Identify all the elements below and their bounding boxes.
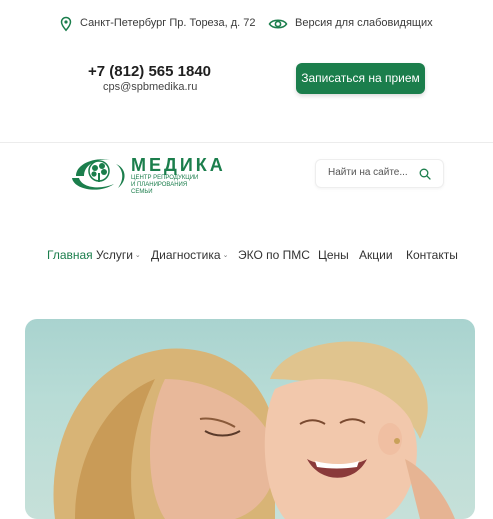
header-divider	[0, 142, 493, 143]
accessibility-link[interactable]: Версия для слабовидящих	[295, 17, 433, 29]
logo-title[interactable]: МЕДИКА	[131, 155, 226, 176]
nav-item-prices[interactable]: Цены	[318, 248, 349, 262]
address-text: Санкт-Петербург Пр. Тореза, д. 72	[80, 17, 256, 29]
logo-tree-icon[interactable]	[70, 154, 128, 194]
logo-subtitle: ЦЕНТР РЕПРОДУКЦИИ И ПЛАНИРОВАНИЯ СЕМЬИ	[131, 175, 199, 195]
nav-item-contacts[interactable]: Контакты	[406, 248, 458, 262]
hero-illustration	[53, 341, 455, 519]
nav-item-services[interactable]: Услуги ⌄	[96, 248, 141, 262]
nav-item-eco[interactable]: ЭКО по ПМС	[238, 248, 310, 262]
chevron-down-icon: ⌄	[134, 252, 141, 259]
search-box[interactable]	[315, 159, 444, 188]
chevron-down-icon: ⌄	[222, 252, 229, 259]
search-input[interactable]	[328, 167, 418, 178]
phone-link[interactable]: +7 (812) 565 1840	[88, 63, 211, 80]
map-pin-icon	[60, 16, 72, 32]
hero-banner-image	[25, 319, 475, 519]
email-link[interactable]: cps@spbmedika.ru	[103, 81, 197, 93]
eye-icon[interactable]	[268, 16, 288, 32]
book-appointment-button[interactable]: Записаться на прием	[296, 63, 425, 94]
nav-item-home[interactable]: Главная	[47, 248, 93, 262]
nav-item-diagnostics[interactable]: Диагностика ⌄	[151, 248, 228, 262]
search-icon[interactable]	[419, 168, 431, 180]
nav-item-promotions[interactable]: Акции	[359, 248, 393, 262]
